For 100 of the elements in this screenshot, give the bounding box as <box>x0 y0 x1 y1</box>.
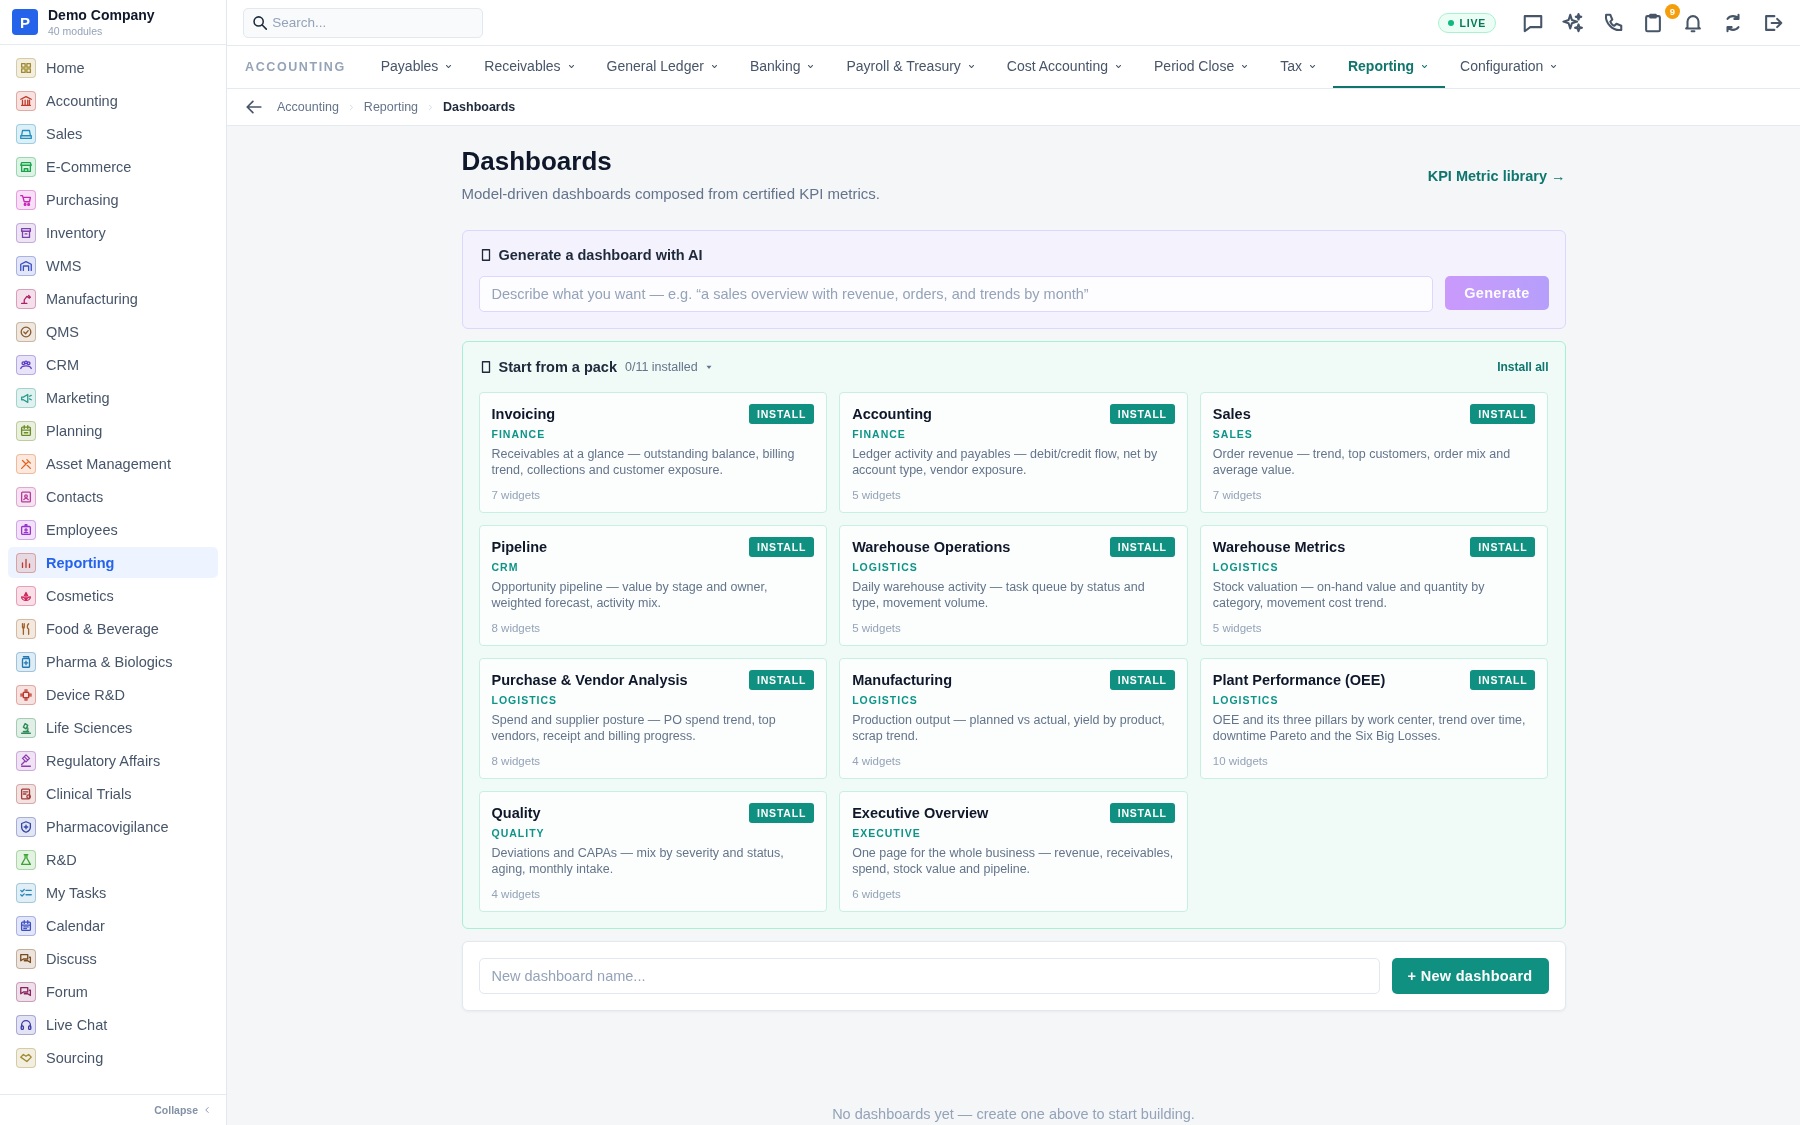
install-button[interactable]: INSTALL <box>749 670 815 690</box>
pack-title: Warehouse Metrics <box>1212 539 1346 555</box>
sidebar-item[interactable]: Device R&D <box>8 679 218 710</box>
live-status-badge: LIVE <box>1438 12 1496 33</box>
search-input[interactable]: Search... <box>272 15 474 30</box>
sidebar-item[interactable]: WMS <box>8 250 218 281</box>
sidebar-item[interactable]: Cosmetics <box>8 580 218 611</box>
pack-description: Daily warehouse activity — task queue by status and type, movement volume. <box>852 579 1146 611</box>
sidebar-item[interactable]: Marketing <box>8 382 218 413</box>
nav-tab[interactable]: Tax <box>1265 46 1333 88</box>
widget-count: 5 widgets <box>852 489 902 501</box>
sidebar-item[interactable]: My Tasks <box>8 877 218 908</box>
pack-title: Pipeline <box>491 539 548 555</box>
sidebar-item[interactable]: Clinical Trials <box>8 778 218 809</box>
breadcrumb-link[interactable]: Accounting <box>277 100 339 114</box>
pack-title: Sales <box>1212 406 1251 422</box>
install-button[interactable]: INSTALL <box>1109 537 1175 557</box>
pack-description: Ledger activity and payables — debit/credit flow, net by account type, vendor exposure. <box>852 446 1159 478</box>
sidebar-item[interactable]: Reporting <box>8 547 218 578</box>
install-button[interactable]: INSTALL <box>1470 537 1536 557</box>
install-button[interactable]: INSTALL <box>1470 670 1536 690</box>
pack-title: Plant Performance (OEE) <box>1212 672 1386 688</box>
sidebar-item[interactable]: Calendar <box>8 910 218 941</box>
sidebar-item[interactable]: Asset Management <box>8 448 218 479</box>
install-button[interactable]: INSTALL <box>749 537 815 557</box>
sidebar-item[interactable]: QMS <box>8 316 218 347</box>
pack-description: Production output — planned vs actual, yield by product, scrap trend. <box>852 712 1166 744</box>
pack-title: Invoicing <box>491 406 556 422</box>
sidebar-item[interactable]: Discuss <box>8 943 218 974</box>
module-label: ACCOUNTING <box>245 59 346 76</box>
pack-description: Spend and supplier posture — PO spend trend, top vendors, receipt and billing progress. <box>491 712 777 744</box>
phone-icon <box>1602 11 1624 34</box>
sidebar-item[interactable]: Employees <box>8 514 218 545</box>
install-all-link[interactable]: Install all <box>1497 360 1549 374</box>
nav-tab[interactable]: General Ledger <box>591 46 735 88</box>
pack-category: SALES <box>1212 428 1254 440</box>
panel-title: Start from a pack <box>498 359 617 375</box>
nav-tab[interactable]: Payroll & Treasury <box>831 46 992 88</box>
dashboard-name-field[interactable]: New dashboard name... <box>478 958 1380 994</box>
widget-count: 8 widgets <box>491 622 542 634</box>
pack-category: LOGISTICS <box>852 561 919 573</box>
install-button[interactable]: INSTALL <box>749 803 815 823</box>
breadcrumb-current: Dashboards <box>443 100 516 114</box>
sparkles-button[interactable] <box>1562 11 1584 34</box>
install-button[interactable]: INSTALL <box>1109 803 1175 823</box>
pack-title: Executive Overview <box>852 805 989 821</box>
company-name: Demo Company <box>48 7 155 23</box>
sidebar-item[interactable]: Contacts <box>8 481 218 512</box>
sidebar-item[interactable]: Purchasing <box>8 184 218 215</box>
nav-tab[interactable]: Banking <box>734 46 832 88</box>
sidebar-item[interactable]: Manufacturing <box>8 283 218 314</box>
nav-tab[interactable]: Cost Accounting <box>991 46 1139 88</box>
sidebar-item[interactable]: Life Sciences <box>8 712 218 743</box>
search-icon <box>252 13 269 32</box>
widget-count: 7 widgets <box>1212 489 1263 501</box>
pack-category: LOGISTICS <box>852 694 919 706</box>
clipboard-button[interactable] <box>1642 11 1664 34</box>
arrow-left-icon <box>245 98 263 116</box>
install-button[interactable]: INSTALL <box>1109 670 1175 690</box>
pack-description: Opportunity pipeline — value by stage and owner, weighted forecast, activity mix. <box>491 579 769 611</box>
search-field[interactable]: Search... <box>243 7 483 38</box>
nav-tab[interactable]: Period Close <box>1139 46 1266 88</box>
widget-count: 10 widgets <box>1212 755 1269 767</box>
sidebar-item[interactable]: CRM <box>8 349 218 380</box>
install-button[interactable]: INSTALL <box>1470 404 1536 424</box>
new-dashboard-button[interactable]: + New dashboard <box>1391 958 1549 994</box>
sidebar-item[interactable]: Live Chat <box>8 1009 218 1040</box>
pack-description: OEE and its three pillars by work center, trend over time, downtime Pareto and the Six Big Losses. <box>1212 712 1527 744</box>
sidebar-item[interactable]: Home <box>8 52 218 83</box>
sidebar-item[interactable]: R&D <box>8 844 218 875</box>
module-count: 40 modules <box>48 25 104 37</box>
sidebar-item[interactable]: Planning <box>8 415 218 446</box>
pack-title: Quality <box>491 805 541 821</box>
empty-message: No dashboards yet — create one above to start building. <box>831 1106 1196 1122</box>
sidebar-item[interactable]: Inventory <box>8 217 218 248</box>
phone-button[interactable] <box>1602 11 1624 34</box>
clipboard-icon <box>1642 11 1664 34</box>
pack-description: Receivables at a glance — outstanding balance, billing trend, collections and customer exposure. <box>491 446 796 478</box>
sidebar-item[interactable]: E-Commerce <box>8 151 218 182</box>
metric-library-link[interactable]: KPI Metric library → <box>1427 168 1566 184</box>
sidebar-item[interactable]: Sourcing <box>8 1042 218 1073</box>
breadcrumb-link[interactable]: Reporting <box>363 100 419 114</box>
nav-tab[interactable]: Payables <box>365 46 470 88</box>
sidebar-item[interactable]: Pharmacovigilance <box>8 811 218 842</box>
widget-count: 5 widgets <box>852 622 902 634</box>
pack-category: EXECUTIVE <box>852 827 922 839</box>
widget-count: 5 widgets <box>1212 622 1263 634</box>
sidebar-item[interactable]: Food & Beverage <box>8 613 218 644</box>
install-button[interactable]: INSTALL <box>1109 404 1175 424</box>
sidebar-item[interactable]: Sales <box>8 118 218 149</box>
sidebar-item[interactable]: Regulatory Affairs <box>8 745 218 776</box>
sidebar-item[interactable]: Accounting <box>8 85 218 116</box>
sidebar-item[interactable]: Forum <box>8 976 218 1007</box>
company-logo: P <box>12 9 38 35</box>
nav-tab[interactable]: Configuration <box>1445 46 1575 88</box>
nav-tab[interactable]: Receivables <box>469 46 592 88</box>
install-button[interactable]: INSTALL <box>749 404 815 424</box>
pack-description: Order revenue — trend, top customers, order mix and average value. <box>1212 446 1512 478</box>
back-button[interactable] <box>245 98 263 116</box>
sidebar-item[interactable]: Pharma & Biologics <box>8 646 218 677</box>
